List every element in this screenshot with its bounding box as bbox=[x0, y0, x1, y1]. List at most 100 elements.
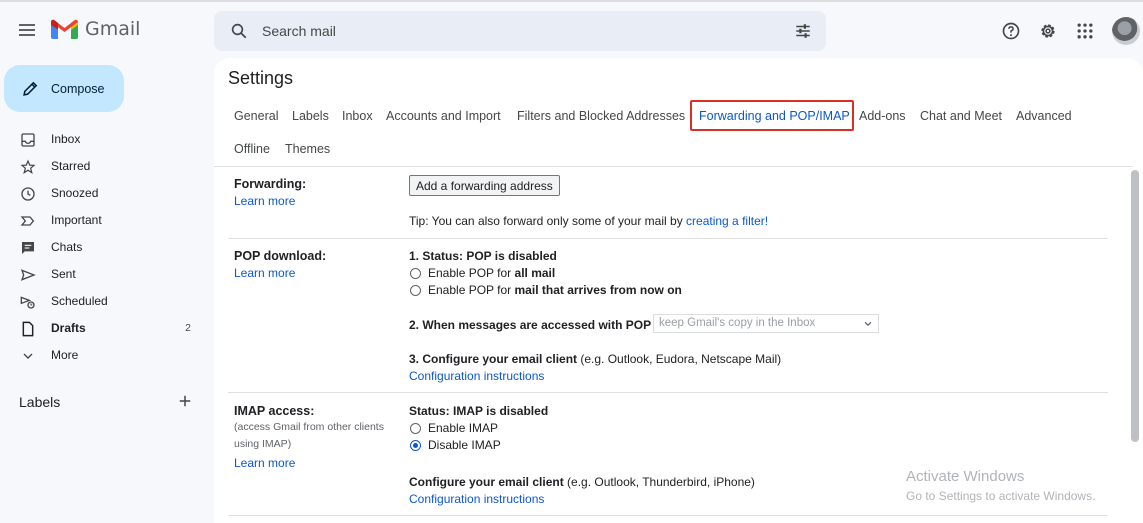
tab-accounts-and-import[interactable]: Accounts and Import bbox=[386, 109, 501, 123]
option-bold-text: mail that arrives from now on bbox=[514, 283, 682, 297]
option-bold-text: all mail bbox=[514, 266, 556, 280]
option-text: Enable POP for bbox=[428, 283, 512, 297]
option-text: Disable IMAP bbox=[428, 438, 501, 452]
forwarding-tip: Tip: You can also forward only some of y… bbox=[409, 214, 768, 228]
chat-icon bbox=[22, 242, 34, 254]
search-input[interactable] bbox=[262, 21, 762, 41]
scrollbar[interactable] bbox=[1131, 170, 1139, 442]
gmail-m-icon bbox=[51, 19, 78, 39]
search-options-icon[interactable] bbox=[794, 22, 812, 40]
sidebar-item-more[interactable]: More bbox=[0, 342, 205, 369]
sidebar-item-inbox[interactable]: Inbox bbox=[0, 126, 205, 153]
option-text: Enable POP for bbox=[428, 266, 512, 280]
scheduled-send-icon bbox=[20, 296, 35, 309]
main-menu-button[interactable] bbox=[16, 21, 38, 43]
tabs-divider bbox=[214, 166, 1133, 167]
imap-configuration-instructions-link[interactable]: Configuration instructions bbox=[409, 492, 544, 506]
imap-configure: Configure your email client (e.g. Outloo… bbox=[409, 475, 755, 489]
activate-windows-subtitle: Go to Settings to activate Windows. bbox=[906, 489, 1096, 503]
search-bar[interactable] bbox=[214, 11, 826, 51]
sidebar-item-chats[interactable]: Chats bbox=[0, 234, 205, 261]
tab-forwarding-and-pop-imap[interactable]: Forwarding and POP/IMAP bbox=[699, 109, 850, 123]
pencil-icon bbox=[23, 81, 38, 96]
tab-offline[interactable]: Offline bbox=[234, 142, 270, 156]
settings-panel: Settings General Labels Inbox Accounts a… bbox=[214, 58, 1143, 523]
sidebar-item-label: Drafts bbox=[51, 321, 86, 335]
pop-download-label: POP download: bbox=[234, 249, 327, 263]
section-divider bbox=[228, 515, 1108, 516]
sidebar-item-scheduled[interactable]: Scheduled bbox=[0, 288, 205, 315]
pop-step2-label: 2. When messages are accessed with POP bbox=[409, 318, 652, 332]
imap-learn-more-link[interactable]: Learn more bbox=[234, 456, 295, 470]
settings-gear-icon[interactable] bbox=[1038, 21, 1058, 41]
sidebar-item-label: Starred bbox=[51, 159, 91, 173]
tab-labels[interactable]: Labels bbox=[292, 109, 329, 123]
creating-filter-link[interactable]: creating a filter! bbox=[686, 214, 768, 228]
enable-pop-all-mail-option[interactable]: Enable POP for all mail bbox=[409, 266, 555, 280]
sidebar-item-starred[interactable]: Starred bbox=[0, 153, 205, 180]
tab-filters-and-blocked-addresses[interactable]: Filters and Blocked Addresses bbox=[517, 109, 685, 123]
pop-configuration-instructions-link[interactable]: Configuration instructions bbox=[409, 369, 544, 383]
account-avatar[interactable] bbox=[1112, 17, 1140, 45]
imap-access-label: IMAP access: bbox=[234, 404, 315, 418]
select-value: keep Gmail's copy in the Inbox bbox=[659, 317, 816, 329]
sidebar-item-important[interactable]: Important bbox=[0, 207, 205, 234]
tab-general[interactable]: General bbox=[234, 109, 278, 123]
sidebar-item-label: Important bbox=[51, 213, 102, 227]
pop-action-select[interactable]: keep Gmail's copy in the Inbox bbox=[653, 314, 879, 333]
tab-inbox[interactable]: Inbox bbox=[342, 109, 373, 123]
activate-windows-title: Activate Windows bbox=[906, 468, 1025, 485]
sidebar-item-sent[interactable]: Sent bbox=[0, 261, 205, 288]
forwarding-label: Forwarding: bbox=[234, 177, 307, 191]
drafts-count: 2 bbox=[185, 322, 191, 334]
labels-heading: Labels bbox=[19, 394, 61, 410]
compose-button[interactable]: Compose bbox=[4, 65, 124, 112]
menu-bar bbox=[19, 24, 35, 26]
help-icon[interactable] bbox=[1001, 21, 1021, 41]
add-forwarding-address-button[interactable]: Add a forwarding address bbox=[409, 175, 560, 196]
star-icon bbox=[20, 159, 36, 175]
radio-button[interactable] bbox=[410, 267, 421, 279]
imap-note: (access Gmail from other clients using I… bbox=[234, 421, 384, 450]
section-divider bbox=[228, 392, 1108, 393]
sidebar-item-label: Scheduled bbox=[51, 294, 108, 308]
apps-grid-icon[interactable] bbox=[1075, 21, 1095, 41]
sidebar-item-label: Sent bbox=[51, 267, 76, 281]
inbox-icon bbox=[21, 133, 35, 147]
search-icon[interactable] bbox=[230, 22, 248, 40]
tip-text: Tip: You can also forward only some of y… bbox=[409, 214, 687, 228]
page-title: Settings bbox=[228, 68, 294, 88]
sidebar-item-snoozed[interactable]: Snoozed bbox=[0, 180, 205, 207]
disable-imap-option[interactable]: Disable IMAP bbox=[409, 438, 501, 452]
sidebar-item-drafts[interactable]: Drafts 2 bbox=[0, 315, 205, 342]
step3-bold-text: 3. Configure your email client bbox=[409, 352, 578, 366]
sidebar-item-label: Chats bbox=[51, 240, 83, 254]
step3-rest-text: (e.g. Outlook, Eudora, Netscape Mail) bbox=[577, 352, 782, 366]
radio-button-selected[interactable] bbox=[410, 439, 421, 451]
compose-label: Compose bbox=[51, 81, 105, 96]
configure-rest-text: (e.g. Outlook, Thunderbird, iPhone) bbox=[563, 475, 755, 489]
imap-status: Status: IMAP is disabled bbox=[409, 404, 549, 418]
sidebar-item-label: Inbox bbox=[51, 132, 81, 146]
gmail-logo[interactable]: Gmail bbox=[51, 18, 140, 40]
important-icon bbox=[20, 216, 35, 226]
chevron-down-icon bbox=[23, 353, 33, 359]
radio-button[interactable] bbox=[410, 284, 421, 296]
pop-learn-more-link[interactable]: Learn more bbox=[234, 266, 295, 280]
enable-pop-from-now-option[interactable]: Enable POP for mail that arrives from no… bbox=[409, 283, 682, 297]
forwarding-learn-more-link[interactable]: Learn more bbox=[234, 194, 295, 208]
tab-themes[interactable]: Themes bbox=[285, 142, 330, 156]
app-name: Gmail bbox=[85, 18, 141, 40]
radio-button[interactable] bbox=[410, 422, 421, 434]
pop-status: 1. Status: POP is disabled bbox=[409, 249, 557, 263]
clock-icon bbox=[21, 187, 35, 201]
add-label-plus-icon[interactable] bbox=[176, 392, 194, 410]
sidebar-item-label: More bbox=[51, 348, 79, 362]
enable-imap-option[interactable]: Enable IMAP bbox=[409, 421, 498, 435]
tab-advanced[interactable]: Advanced bbox=[1016, 109, 1072, 123]
send-icon bbox=[20, 269, 36, 281]
top-border bbox=[0, 0, 1143, 2]
tab-add-ons[interactable]: Add-ons bbox=[859, 109, 906, 123]
menu-bar bbox=[19, 34, 35, 36]
tab-chat-and-meet[interactable]: Chat and Meet bbox=[920, 109, 1002, 123]
